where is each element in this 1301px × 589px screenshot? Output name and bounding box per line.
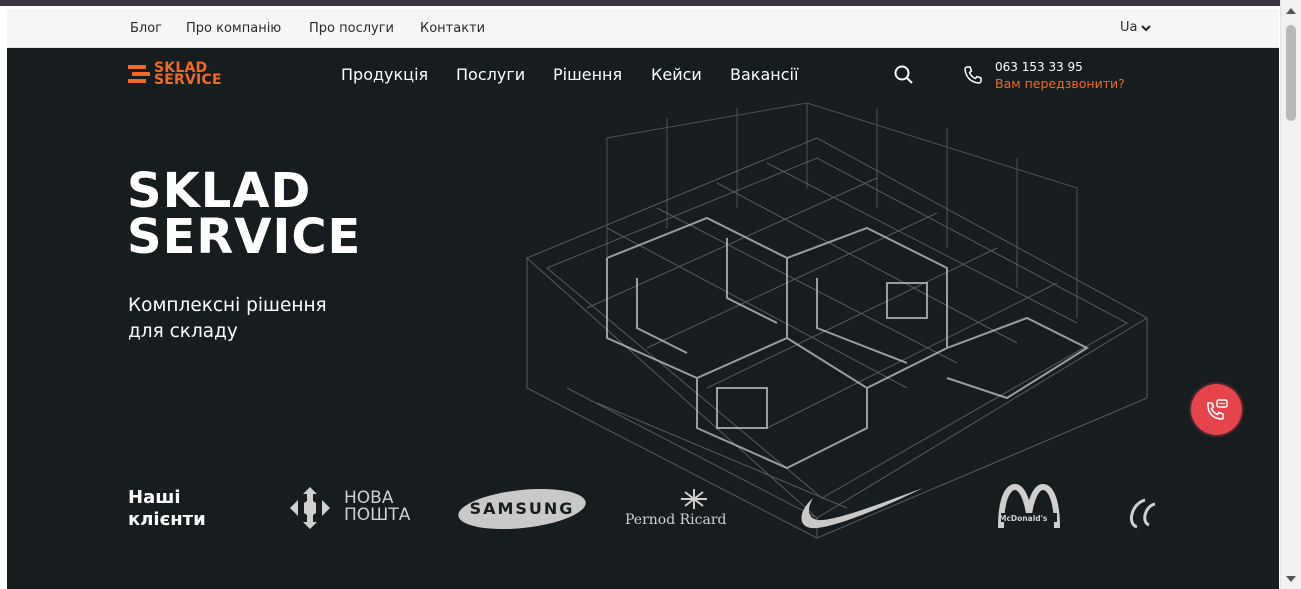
callback-link[interactable]: Вам передзвонити? — [995, 76, 1125, 91]
nav-vacancies[interactable]: Вакансії — [730, 65, 798, 84]
language-selector[interactable]: Ua — [1120, 20, 1152, 35]
hero-section: SKLAD SERVICE Продукція Послуги Рішення … — [7, 48, 1279, 589]
nav-products[interactable]: Продукція — [341, 65, 428, 84]
clients-heading: Наші клієнти — [128, 487, 206, 530]
window-top-edge — [0, 0, 1280, 6]
logo-mark-icon — [128, 65, 150, 83]
scroll-down-arrow-icon[interactable] — [1286, 576, 1296, 582]
nav-cases[interactable]: Кейси — [651, 65, 702, 84]
about-services-link[interactable]: Про послуги — [309, 21, 394, 36]
coca-cola-logo — [1129, 498, 1156, 529]
nav-solutions[interactable]: Рішення — [553, 65, 622, 84]
logo-text: SKLAD SERVICE — [154, 60, 222, 88]
nike-logo — [801, 488, 923, 529]
mcdonalds-logo: McDonald's — [995, 484, 1065, 532]
scrollbar-thumb[interactable] — [1286, 25, 1296, 121]
logo[interactable]: SKLAD SERVICE — [128, 60, 222, 88]
nav-services[interactable]: Послуги — [456, 65, 525, 84]
nova-poshta-logo: НОВА ПОШТА — [290, 485, 425, 531]
hero-subtitle: Комплексні рішення для складу — [128, 295, 327, 342]
page-scrollbar[interactable] — [1280, 0, 1301, 589]
chevron-down-icon — [1141, 24, 1152, 31]
scroll-up-arrow-icon[interactable] — [1286, 8, 1296, 14]
phone-chat-icon — [1206, 398, 1228, 420]
hero-title: SKLAD SERVICE — [127, 163, 362, 265]
search-icon[interactable] — [893, 64, 915, 86]
contacts-link[interactable]: Контакти — [420, 21, 485, 36]
pernod-ricard-logo: Pernod Ricard — [625, 488, 760, 532]
phone-number[interactable]: 063 153 33 95 — [995, 60, 1083, 74]
language-label: Ua — [1120, 20, 1138, 35]
about-company-link[interactable]: Про компанію — [186, 21, 281, 36]
browser-viewport: Блог Про компанію Про послуги Контакти U… — [0, 0, 1301, 589]
phone-icon — [964, 66, 982, 84]
utility-bar: Блог Про компанію Про послуги Контакти U… — [7, 9, 1279, 48]
blog-link[interactable]: Блог — [130, 21, 162, 36]
samsung-logo: SAMSUNG — [457, 487, 587, 531]
floating-call-button[interactable] — [1191, 384, 1242, 435]
